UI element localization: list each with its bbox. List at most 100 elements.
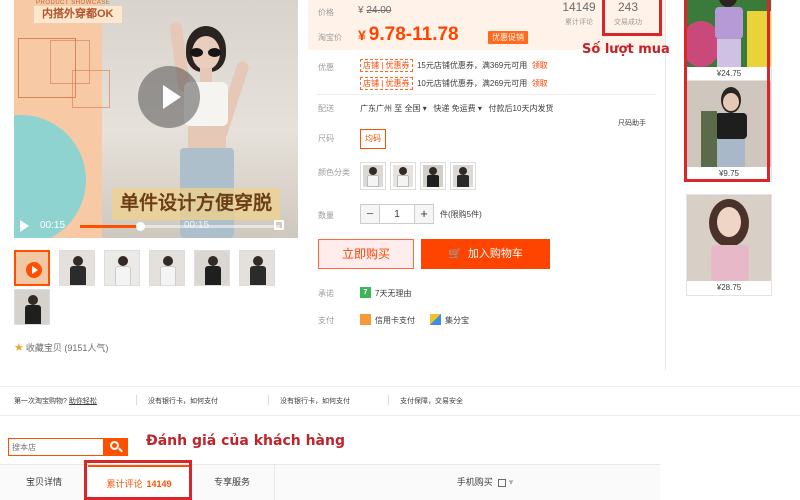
model-figure [188,126,226,148]
delivery-label: 配送 [318,104,334,113]
annotation-box-recommend [684,0,770,182]
quantity-increase-button[interactable]: + [414,204,434,224]
sale-price: ¥9.78-11.78 [358,24,459,46]
video-progress-knob[interactable] [136,222,145,231]
help-item[interactable]: 没有银行卡，如何支付 [148,396,218,406]
help-bar: 第一次淘宝购物? 助你轻松 没有银行卡，如何支付 没有银行卡，如何支付 支付保障… [0,386,800,416]
coupon-label: 优惠 [318,63,334,72]
thumbnail[interactable] [104,250,140,286]
tab-details[interactable]: 宝贝详情 [0,465,88,500]
cart-icon: 🛒 [448,248,462,260]
sale-price-value: 9.78-11.78 [368,24,459,45]
qr-icon [498,478,507,487]
buy-now-button[interactable]: 立即购买 [318,239,414,269]
size-label: 尺码 [318,134,334,143]
favorite-count: (9151人气) [64,343,109,353]
annotation-sales: Số lượt mua [582,42,670,57]
tab-service[interactable]: 专享服务 [190,465,274,500]
sunglasses [190,48,222,57]
annotation-reviews: Đánh giá của khách hàng [146,433,345,449]
orig-price-label: 价格 [318,8,334,17]
model-figure [200,68,212,82]
thumbnail[interactable] [59,250,95,286]
reviews-count[interactable]: 14149 [556,0,602,14]
help-item: 第一次淘宝购物? 助你轻松 [14,398,97,405]
favorite-label: 收藏宝贝 [25,343,62,353]
quantity-label: 数量 [318,211,334,220]
video-progress-bar[interactable] [80,222,280,231]
reviews-label: 累计评论 [565,19,593,26]
chevron-down-icon: ▾ [508,477,514,487]
payment-credit[interactable]: 信用卡支付 [375,315,415,326]
recommend-card[interactable]: ¥28.75 [686,194,772,296]
coupon-text: 10元店铺优惠券，满269元可用 [416,79,528,88]
play-icon [26,262,42,278]
quantity-input[interactable] [380,204,414,224]
video-deco-square [72,70,110,108]
thumbnail[interactable] [149,250,185,286]
delivery-from: 广东广州 [360,104,392,113]
color-swatch[interactable] [360,162,386,190]
payment-label: 支付 [318,316,334,325]
divider [274,465,275,500]
fullscreen-icon[interactable] [274,220,284,230]
quantity-decrease-button[interactable]: − [360,204,380,224]
orig-price-value: 24.00 [366,5,392,16]
coupon-row: 店铺 | 优惠券 15元店铺优惠券，满369元可用 领取 [360,59,548,72]
video-progress-fill [80,225,140,228]
coupon-tag: 店铺 | 优惠券 [360,59,413,72]
tab-mobile-buy[interactable]: 手机购买 ▾ [430,465,540,500]
delivery-to-label: 至 [394,104,403,113]
recommend-price: ¥28.75 [716,283,742,292]
add-to-cart-label: 加入购物车 [467,248,523,260]
delivery-promise: 付款后10天内发货 [488,104,554,113]
color-swatch[interactable] [420,162,446,190]
currency-symbol: ¥ [358,5,364,16]
size-option[interactable]: 均码 [360,129,386,149]
delivery-fee: 快递 免运费 [433,104,476,113]
help-item[interactable]: 没有银行卡，如何支付 [280,396,350,406]
shop-search-input[interactable] [8,438,104,456]
color-swatch[interactable] [450,162,476,190]
annotation-box-sales [602,0,662,36]
product-video[interactable]: PRODUCT SHOWCASE 内搭外穿都OK 单件设计方便穿脱 00:15 … [14,0,298,238]
color-swatch[interactable] [390,162,416,190]
tab-mobile-label: 手机购买 [456,477,493,487]
currency-symbol: ¥ [358,27,366,43]
divider [268,395,269,405]
size-assistant-link[interactable]: 尺码助手 [618,118,646,128]
thumbnail[interactable] [14,289,50,325]
coupon-tag: 店铺 | 优惠券 [360,77,413,90]
coupon-get-link[interactable]: 领取 [532,79,548,88]
sale-price-label: 淘宝价 [318,33,342,42]
promo-badge[interactable]: 优惠促销 [488,31,528,44]
star-icon: ★ [14,342,24,354]
delivery-to[interactable]: 全国 [404,104,420,113]
coupon-row: 店铺 | 优惠券 10元店铺优惠券，满269元可用 领取 [360,77,548,90]
play-icon[interactable] [138,66,200,128]
coupon-text: 15元店铺优惠券，满369元可用 [416,61,528,70]
coupon-get-link[interactable]: 领取 [532,61,548,70]
search-button[interactable] [104,438,128,456]
help-item[interactable]: 支付保障，交易安全 [400,396,463,406]
color-label: 颜色分类 [318,168,350,177]
seven-day-return-icon: 7 [360,287,371,298]
thumbnail[interactable] [239,250,275,286]
thumbnail[interactable] [194,250,230,286]
favorite-link[interactable]: ★ 收藏宝贝 (9151人气) [14,341,108,354]
video-time: 00:15 [40,220,66,231]
thumbnail-video[interactable] [14,250,50,286]
divider [316,94,656,95]
divider [388,395,389,405]
payment-installment[interactable]: 集分宝 [445,315,469,326]
help-link[interactable]: 助你轻松 [69,398,97,405]
chevron-down-icon: ▾ [475,104,482,113]
chevron-down-icon: ▾ [420,104,427,113]
video-controls: 00:15 00:15 [14,212,298,238]
credit-card-icon [360,314,371,325]
divider [136,395,137,405]
add-to-cart-button[interactable]: 🛒 加入购物车 [421,239,550,269]
play-small-icon[interactable] [20,220,29,232]
video-brand-tag: 内搭外穿都OK [34,6,122,23]
promise-text[interactable]: 7天无理由 [375,288,411,299]
